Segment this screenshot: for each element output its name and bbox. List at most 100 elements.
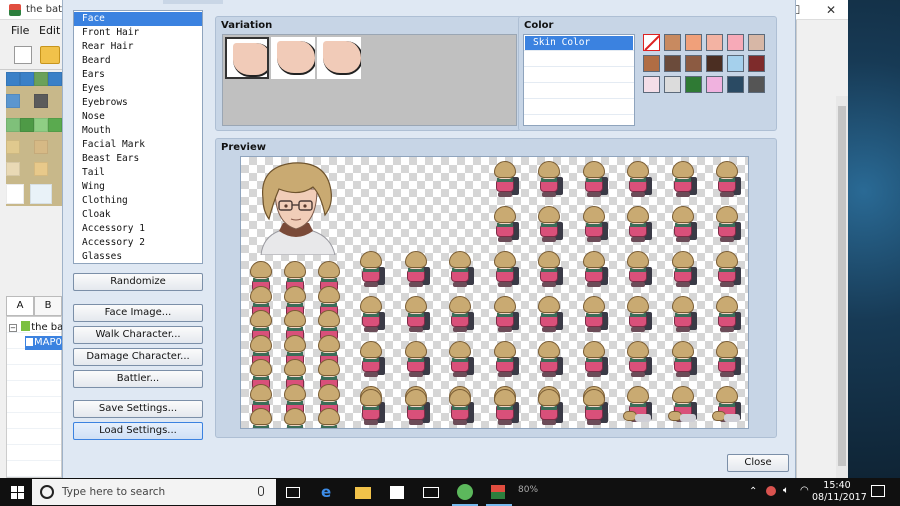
- color-swatch[interactable]: [685, 76, 702, 93]
- part-item-eyes[interactable]: Eyes: [74, 82, 202, 96]
- rpg-maker-button[interactable]: 80%: [482, 478, 539, 506]
- character-sprite: [400, 249, 430, 289]
- part-item-glasses[interactable]: Glasses: [74, 250, 202, 263]
- variation-skin-preview: [323, 41, 361, 75]
- app-icon: [9, 4, 21, 16]
- walk-character-button[interactable]: Walk Character...: [73, 326, 203, 344]
- part-item-mouth[interactable]: Mouth: [74, 124, 202, 138]
- damage-character-button[interactable]: Damage Character...: [73, 348, 203, 366]
- color-swatch[interactable]: [748, 76, 765, 93]
- color-swatch[interactable]: [685, 55, 702, 72]
- character-sprite: [711, 249, 741, 289]
- close-button[interactable]: Close: [727, 454, 789, 472]
- part-item-cloak[interactable]: Cloak: [74, 208, 202, 222]
- edge-browser-button[interactable]: e: [312, 478, 346, 506]
- part-item-tail[interactable]: Tail: [74, 166, 202, 180]
- store-button[interactable]: [380, 478, 414, 506]
- part-item-front-hair[interactable]: Front Hair: [74, 26, 202, 40]
- color-swatch[interactable]: [706, 55, 723, 72]
- color-swatch[interactable]: [727, 76, 744, 93]
- part-list[interactable]: Face Front Hair Rear Hair Beard Ears Eyes Eyeb…: [73, 10, 203, 264]
- tray-app-icon[interactable]: [766, 486, 778, 497]
- character-sprite: [489, 387, 519, 427]
- character-sprite: [489, 249, 519, 289]
- part-item-accessory-1[interactable]: Accessory 1: [74, 222, 202, 236]
- character-sprite: [622, 294, 652, 334]
- tab-b[interactable]: B: [34, 296, 62, 316]
- color-target-list[interactable]: Skin Color: [523, 34, 635, 126]
- taskbar-search[interactable]: Type here to search: [32, 479, 276, 505]
- color-swatch[interactable]: [727, 55, 744, 72]
- swatch-none[interactable]: [643, 34, 660, 51]
- color-item-skin[interactable]: Skin Color: [525, 36, 633, 50]
- search-placeholder: Type here to search: [62, 486, 166, 498]
- part-item-eyebrows[interactable]: Eyebrows: [74, 96, 202, 110]
- part-item-nose[interactable]: Nose: [74, 110, 202, 124]
- tab-a[interactable]: A: [6, 296, 34, 316]
- close-window-icon[interactable]: ✕: [814, 0, 848, 20]
- scroll-thumb[interactable]: [838, 106, 846, 466]
- character-sprite: [444, 339, 474, 379]
- variation-thumb-3[interactable]: [317, 37, 361, 79]
- task-view-button[interactable]: [277, 478, 311, 506]
- part-item-clothing[interactable]: Clothing: [74, 194, 202, 208]
- character-sprite: [489, 339, 519, 379]
- volume-icon[interactable]: 🔈︎: [783, 485, 789, 506]
- save-settings-button[interactable]: Save Settings...: [73, 400, 203, 418]
- color-swatch[interactable]: [748, 55, 765, 72]
- notifications-icon[interactable]: [871, 485, 885, 497]
- microphone-icon[interactable]: [258, 486, 264, 496]
- color-swatch[interactable]: [685, 34, 702, 51]
- color-swatch[interactable]: [706, 34, 723, 51]
- mail-button[interactable]: [414, 478, 448, 506]
- character-sprite: [578, 294, 608, 334]
- mail-icon: [423, 487, 439, 498]
- color-swatch[interactable]: [748, 34, 765, 51]
- map-tree[interactable]: − the ba MAP00: [6, 316, 63, 478]
- color-swatch[interactable]: [727, 34, 744, 51]
- battler-button[interactable]: Battler...: [73, 370, 203, 388]
- color-swatch[interactable]: [643, 76, 660, 93]
- menu-file[interactable]: File: [11, 24, 29, 37]
- part-item-face[interactable]: Face: [74, 12, 202, 26]
- part-item-facial-mark[interactable]: Facial Mark: [74, 138, 202, 152]
- color-swatch[interactable]: [664, 34, 681, 51]
- collapse-icon[interactable]: −: [9, 324, 17, 332]
- new-project-icon[interactable]: [14, 46, 32, 64]
- part-item-rear-hair[interactable]: Rear Hair: [74, 40, 202, 54]
- tree-item-map[interactable]: MAP00: [25, 336, 63, 350]
- variation-thumb-2[interactable]: [271, 37, 315, 79]
- character-sprite: [711, 294, 741, 334]
- character-sprite: [667, 294, 697, 334]
- part-item-beast-ears[interactable]: Beast Ears: [74, 152, 202, 166]
- face-image-button[interactable]: Face Image...: [73, 304, 203, 322]
- progress-text: 80%: [518, 485, 539, 495]
- part-item-beard[interactable]: Beard: [74, 54, 202, 68]
- color-swatch[interactable]: [643, 55, 660, 72]
- character-sprite: [667, 249, 697, 289]
- character-sprite: [667, 339, 697, 379]
- color-swatch[interactable]: [706, 76, 723, 93]
- windows-start-icon[interactable]: [11, 486, 24, 499]
- preview-canvas: [240, 156, 749, 429]
- file-explorer-button[interactable]: [346, 478, 380, 506]
- network-icon[interactable]: ◠: [800, 485, 809, 506]
- part-item-accessory-2[interactable]: Accessory 2: [74, 236, 202, 250]
- system-clock[interactable]: 15:40 08/11/2017: [812, 480, 867, 504]
- variation-thumb-1[interactable]: [225, 37, 269, 79]
- tree-item-project[interactable]: − the ba: [7, 321, 63, 335]
- tray-chevron-icon[interactable]: ⌃: [749, 486, 757, 506]
- randomize-button[interactable]: Randomize: [73, 273, 203, 291]
- part-item-ears[interactable]: Ears: [74, 68, 202, 82]
- editor-scrollbar[interactable]: [836, 96, 848, 478]
- clock-time: 15:40: [823, 480, 851, 491]
- part-item-wing[interactable]: Wing: [74, 180, 202, 194]
- color-swatch[interactable]: [664, 76, 681, 93]
- color-swatch[interactable]: [664, 55, 681, 72]
- torrent-app-button[interactable]: [448, 478, 482, 506]
- desktop-background: [848, 0, 900, 478]
- open-folder-icon[interactable]: [40, 46, 60, 64]
- menu-edit[interactable]: Edit: [39, 24, 60, 37]
- tileset-palette[interactable]: [6, 72, 62, 206]
- load-settings-button[interactable]: Load Settings...: [73, 422, 203, 440]
